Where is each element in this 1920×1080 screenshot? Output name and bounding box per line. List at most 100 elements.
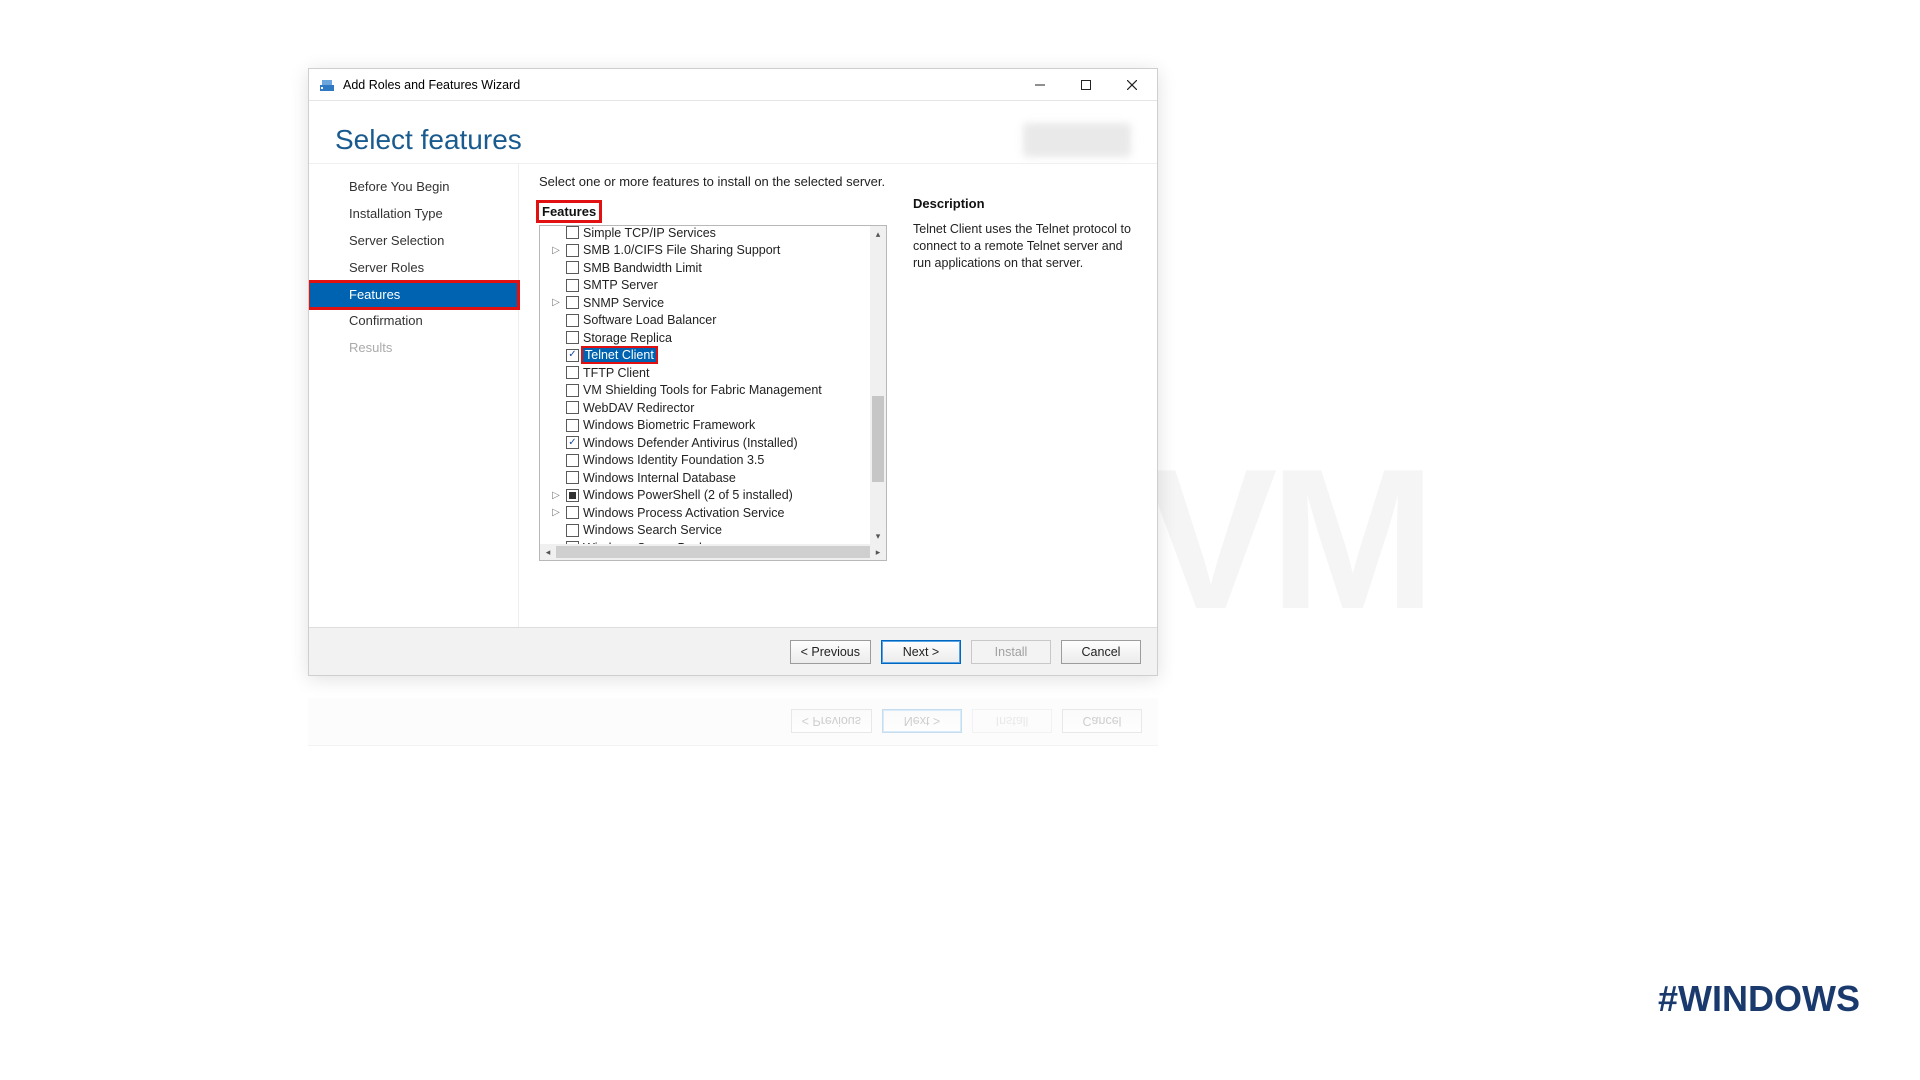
feature-label: Windows PowerShell (2 of 5 installed)	[583, 488, 793, 502]
description-panel: Description Telnet Client uses the Telne…	[913, 174, 1139, 617]
horizontal-scrollbar[interactable]: ◂ ▸	[540, 544, 886, 560]
feature-checkbox[interactable]	[566, 279, 579, 292]
feature-row[interactable]: TFTP Client	[550, 364, 870, 382]
feature-row[interactable]: ▷ SMB 1.0/CIFS File Sharing Support	[550, 242, 870, 260]
wizard-step-features[interactable]: Features	[309, 282, 518, 309]
features-tree: Simple TCP/IP Services ▷ SMB 1.0/CIFS File…	[539, 225, 887, 561]
wizard-step-server-selection[interactable]: Server Selection	[309, 228, 518, 255]
titlebar: Add Roles and Features Wizard	[309, 69, 1157, 101]
feature-checkbox[interactable]	[566, 489, 579, 502]
page-title: Select features	[335, 124, 522, 156]
install-button[interactable]: Install	[971, 640, 1051, 664]
feature-row[interactable]: Windows Internal Database	[550, 469, 870, 487]
maximize-button[interactable]	[1063, 70, 1109, 100]
wizard-window: Add Roles and Features Wizard Select fea…	[308, 68, 1158, 676]
hashtag-text: #WINDOWS	[1658, 978, 1860, 1020]
window-title: Add Roles and Features Wizard	[343, 78, 520, 92]
intro-text: Select one or more features to install o…	[539, 174, 887, 189]
feature-row[interactable]: Windows Search Service	[550, 522, 870, 540]
minimize-button[interactable]	[1017, 70, 1063, 100]
feature-row[interactable]: ✓ Telnet Client	[550, 347, 870, 365]
feature-row[interactable]: Simple TCP/IP Services	[550, 226, 870, 242]
feature-label: Windows Internal Database	[583, 471, 736, 485]
feature-label: SMB Bandwidth Limit	[583, 261, 702, 275]
feature-label: TFTP Client	[583, 366, 649, 380]
description-text: Telnet Client uses the Telnet protocol t…	[913, 221, 1139, 272]
feature-row[interactable]: ▷ SNMP Service	[550, 294, 870, 312]
destination-server-box	[1023, 123, 1131, 157]
feature-checkbox[interactable]	[566, 366, 579, 379]
features-section-label: Features	[539, 203, 599, 220]
feature-checkbox[interactable]	[566, 454, 579, 467]
feature-checkbox[interactable]	[566, 524, 579, 537]
expander-icon[interactable]: ▷	[550, 297, 562, 308]
window-reflection: < Previous Next > Install Cancel	[308, 676, 1158, 746]
wizard-steps-sidebar: Before You BeginInstallation TypeServer …	[309, 164, 519, 627]
feature-row[interactable]: VM Shielding Tools for Fabric Management	[550, 382, 870, 400]
feature-checkbox[interactable]	[566, 384, 579, 397]
page-header: Select features	[309, 101, 1157, 163]
close-button[interactable]	[1109, 70, 1155, 100]
scroll-up-icon[interactable]: ▴	[870, 226, 886, 242]
feature-checkbox[interactable]: ✓	[566, 349, 579, 362]
feature-checkbox[interactable]	[566, 401, 579, 414]
wizard-step-results: Results	[309, 335, 518, 362]
feature-label: SMTP Server	[583, 278, 658, 292]
scroll-thumb[interactable]	[872, 396, 884, 482]
vertical-scrollbar[interactable]: ▴ ▾	[870, 226, 886, 544]
feature-row[interactable]: Windows Server Backup	[550, 539, 870, 544]
feature-checkbox[interactable]	[566, 261, 579, 274]
feature-label: Telnet Client	[583, 348, 656, 362]
feature-label: Storage Replica	[583, 331, 672, 345]
feature-checkbox[interactable]	[566, 331, 579, 344]
server-manager-icon	[319, 77, 335, 93]
expander-icon[interactable]: ▷	[550, 507, 562, 518]
feature-checkbox[interactable]	[566, 244, 579, 257]
feature-label: Windows Biometric Framework	[583, 418, 755, 432]
feature-checkbox[interactable]	[566, 471, 579, 484]
feature-checkbox[interactable]	[566, 541, 579, 544]
feature-row[interactable]: SMB Bandwidth Limit	[550, 259, 870, 277]
feature-label: SMB 1.0/CIFS File Sharing Support	[583, 243, 780, 257]
feature-row[interactable]: WebDAV Redirector	[550, 399, 870, 417]
feature-row[interactable]: Windows Biometric Framework	[550, 417, 870, 435]
feature-row[interactable]: ▷ Windows Process Activation Service	[550, 504, 870, 522]
feature-row[interactable]: ▷ Windows PowerShell (2 of 5 installed)	[550, 487, 870, 505]
feature-checkbox[interactable]	[566, 226, 579, 239]
next-button[interactable]: Next >	[881, 640, 961, 664]
feature-label: Windows Defender Antivirus (Installed)	[583, 436, 798, 450]
feature-checkbox[interactable]	[566, 314, 579, 327]
feature-checkbox[interactable]	[566, 296, 579, 309]
expander-icon[interactable]: ▷	[550, 245, 562, 256]
feature-label: WebDAV Redirector	[583, 401, 694, 415]
wizard-footer: < Previous Next > Install Cancel	[309, 627, 1157, 675]
wizard-step-installation-type[interactable]: Installation Type	[309, 201, 518, 228]
wizard-step-confirmation[interactable]: Confirmation	[309, 308, 518, 335]
feature-label: Windows Identity Foundation 3.5	[583, 453, 764, 467]
feature-row[interactable]: SMTP Server	[550, 277, 870, 295]
feature-row[interactable]: Storage Replica	[550, 329, 870, 347]
feature-row[interactable]: Windows Identity Foundation 3.5	[550, 452, 870, 470]
previous-button[interactable]: < Previous	[790, 640, 871, 664]
feature-checkbox[interactable]	[566, 506, 579, 519]
feature-label: Software Load Balancer	[583, 313, 716, 327]
feature-label: Windows Process Activation Service	[583, 506, 784, 520]
scroll-right-icon[interactable]: ▸	[870, 544, 886, 560]
scroll-left-icon[interactable]: ◂	[540, 544, 556, 560]
feature-label: VM Shielding Tools for Fabric Management	[583, 383, 822, 397]
feature-label: Windows Server Backup	[583, 541, 719, 544]
cancel-button[interactable]: Cancel	[1061, 640, 1141, 664]
feature-label: Simple TCP/IP Services	[583, 226, 716, 240]
feature-row[interactable]: Software Load Balancer	[550, 312, 870, 330]
feature-checkbox[interactable]	[566, 419, 579, 432]
wizard-step-server-roles[interactable]: Server Roles	[309, 255, 518, 282]
feature-row[interactable]: ✓ Windows Defender Antivirus (Installed)	[550, 434, 870, 452]
feature-label: SNMP Service	[583, 296, 664, 310]
description-label: Description	[913, 196, 1139, 211]
feature-checkbox[interactable]: ✓	[566, 436, 579, 449]
expander-icon[interactable]: ▷	[550, 490, 562, 501]
features-label-wrap: Features	[539, 203, 887, 221]
wizard-step-before-you-begin[interactable]: Before You Begin	[309, 174, 518, 201]
scroll-down-icon[interactable]: ▾	[870, 528, 886, 544]
feature-label: Windows Search Service	[583, 523, 722, 537]
